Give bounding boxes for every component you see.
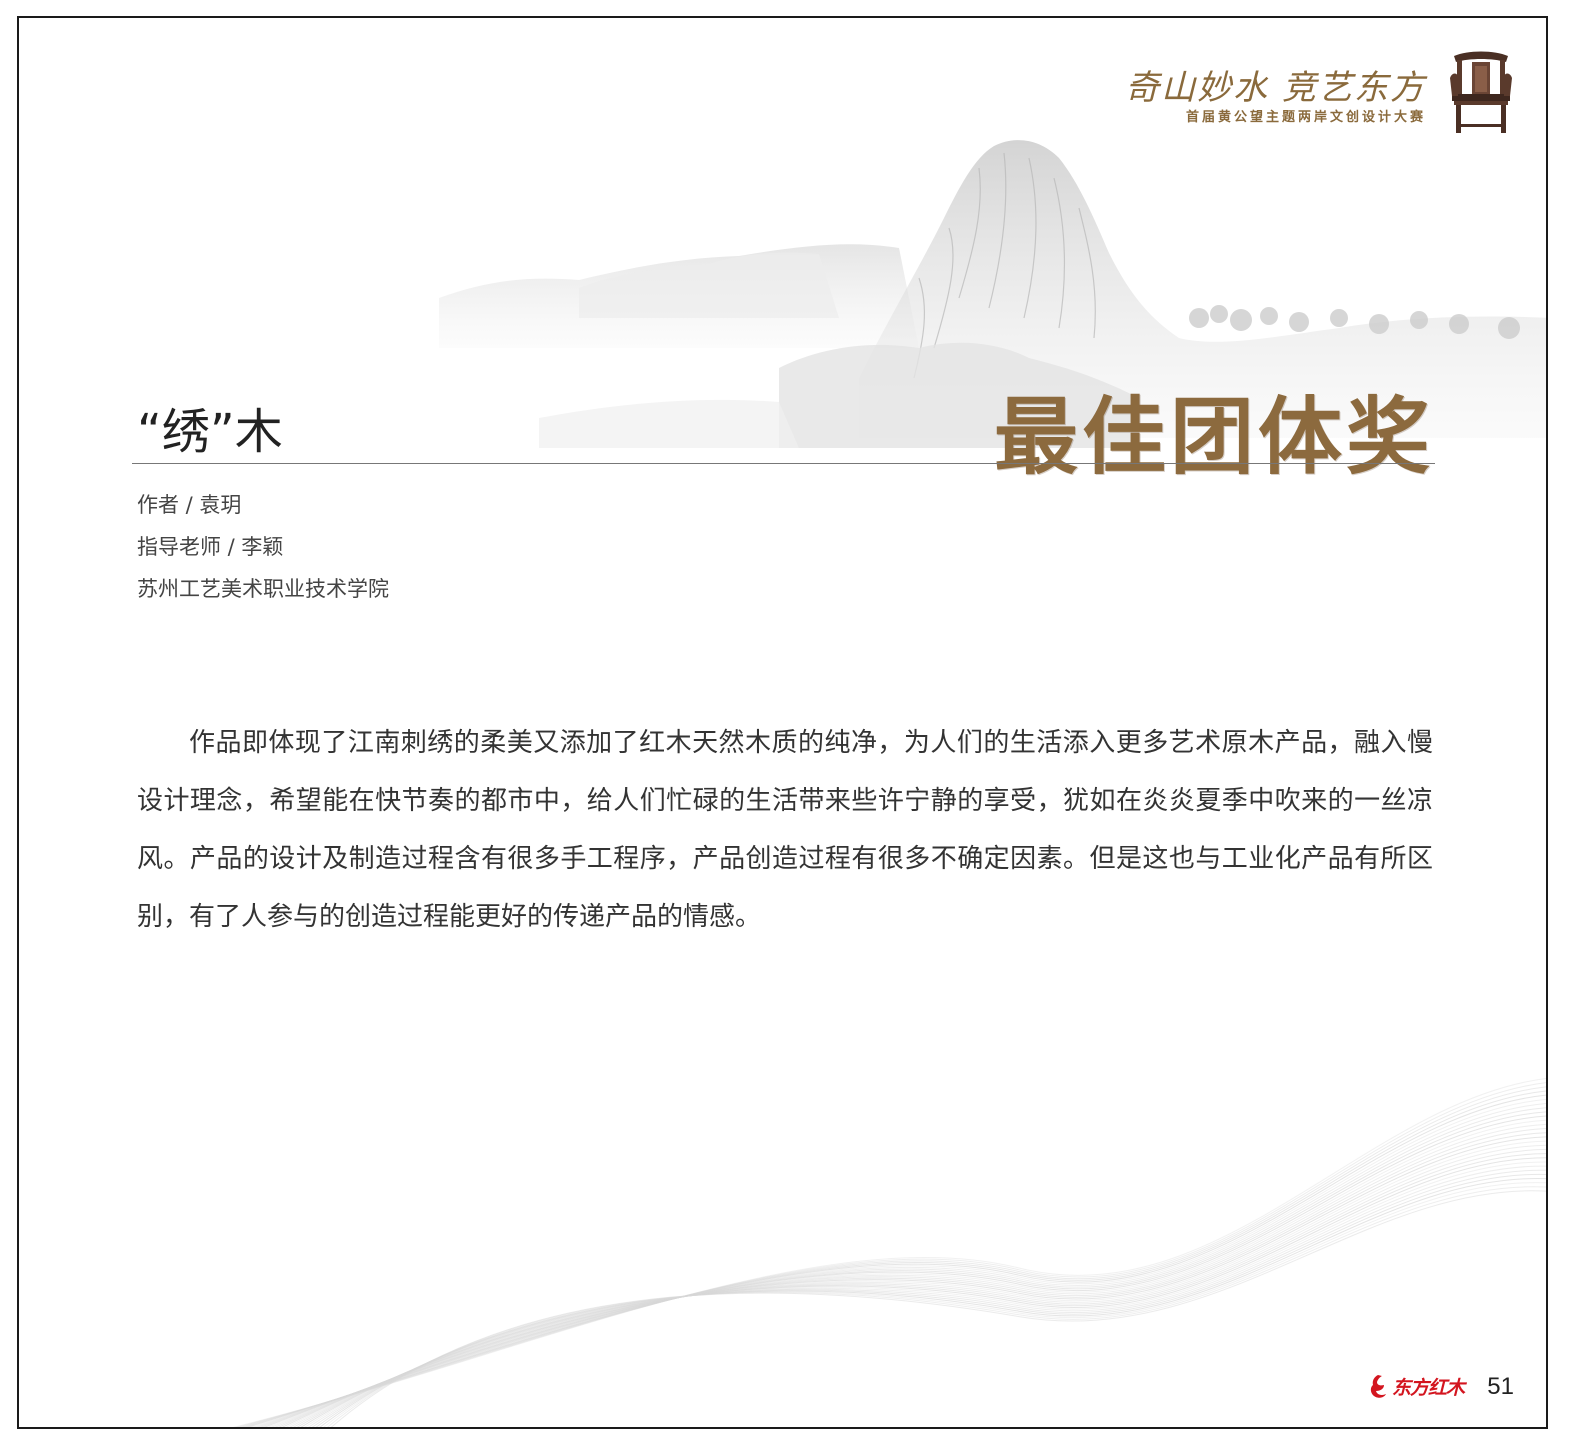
wave-line [281, 1136, 1546, 1427]
wave-line [300, 1157, 1546, 1427]
contest-name: 首届黄公望主题两岸文创设计大赛 [1185, 110, 1426, 125]
wave-line [293, 1149, 1546, 1427]
page-frame: 奇山妙水 竞艺东方 首届黄公望主题两岸文创设计大赛 最佳团体奖 “绣”木 作者 … [17, 16, 1548, 1429]
wave-line [308, 1165, 1546, 1427]
wave-line [330, 1190, 1546, 1427]
brand-name: 东方红木 [1391, 1376, 1465, 1399]
work-description: 作品即体现了江南刺绣的柔美又添加了红木天然木质的纯净，为人们的生活添入更多艺术原… [137, 728, 1433, 932]
wave-line [246, 1094, 1546, 1427]
wave-line [311, 1169, 1546, 1427]
advisor-line: 指导老师 / 李颖 [137, 535, 284, 559]
wave-line [263, 1115, 1546, 1427]
wave-lines-decoration [232, 1078, 1546, 1427]
wave-line [253, 1103, 1546, 1427]
wave-line [278, 1132, 1546, 1427]
brand-mark-icon [1370, 1375, 1386, 1398]
work-title: “绣”木 [137, 404, 283, 460]
wave-line [232, 1078, 1546, 1427]
contest-logo: 奇山妙水 竞艺东方 首届黄公望主题两岸文创设计大赛 [1124, 48, 1514, 138]
school-line: 苏州工艺美术职业技术学院 [137, 577, 389, 601]
wave-line [323, 1182, 1546, 1427]
wave-line [304, 1161, 1546, 1427]
footer-brand-logo: 东方红木 [1368, 1371, 1465, 1401]
wave-line [274, 1128, 1546, 1427]
page-number: 51 [1487, 1373, 1514, 1400]
author-line: 作者 / 袁玥 [137, 493, 242, 517]
wave-line [289, 1144, 1546, 1427]
wave-line [315, 1174, 1546, 1427]
credits-block: 作者 / 袁玥 指导老师 / 李颖 苏州工艺美术职业技术学院 [137, 484, 389, 610]
wave-line [239, 1086, 1546, 1427]
wave-line [260, 1111, 1546, 1427]
wave-line [327, 1186, 1546, 1427]
wave-line [296, 1153, 1546, 1427]
wave-line [319, 1178, 1546, 1427]
contest-slogan: 奇山妙水 竞艺东方 [1125, 68, 1426, 108]
wave-line [256, 1107, 1546, 1427]
wave-line [242, 1090, 1546, 1427]
wave-line [285, 1140, 1546, 1427]
wave-line [267, 1119, 1546, 1427]
wave-line [236, 1082, 1546, 1427]
wave-line [249, 1098, 1546, 1427]
chair-icon [1450, 51, 1512, 133]
title-divider [132, 463, 1435, 464]
wave-line [270, 1123, 1546, 1427]
award-title: 最佳团体奖 [993, 387, 1434, 486]
